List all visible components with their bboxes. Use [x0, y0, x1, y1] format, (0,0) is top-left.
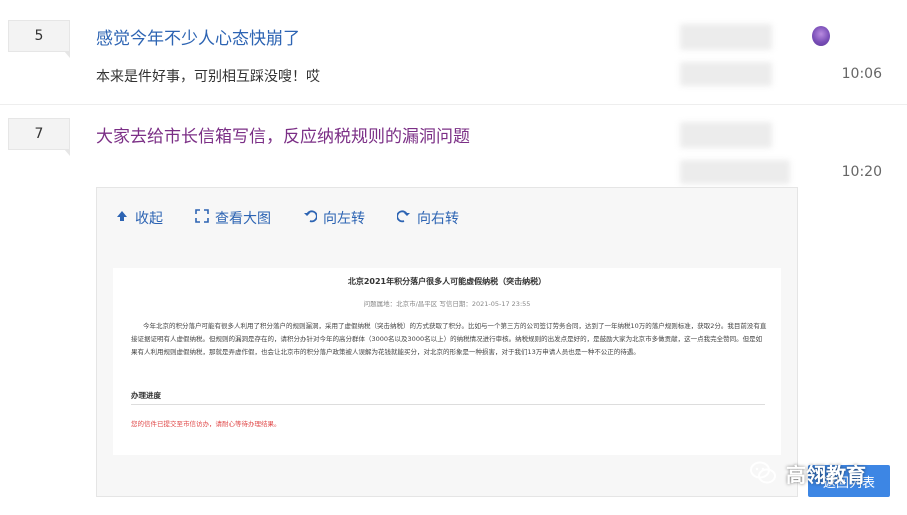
view-large-button[interactable]: 查看大图 — [195, 208, 271, 228]
wechat-icon — [750, 461, 776, 484]
reply-count-badge: 5 — [8, 20, 70, 58]
rotate-right-icon — [396, 209, 411, 227]
letter-body: 今年北京的积分落户可能有很多人利用了积分落户的规则漏洞，采用了虚假纳税（突击纳税… — [131, 322, 767, 356]
post-time: 10:06 — [841, 66, 882, 82]
rotate-left-button[interactable]: 向左转 — [303, 208, 365, 228]
image-viewer: 收起 查看大图 向左转 向右转 北京2021年积分落户很多人可能虚假纳税（突击纳… — [96, 187, 798, 497]
blurred-last-reply — [680, 160, 790, 184]
blurred-author — [680, 24, 772, 50]
rotate-left-label: 向左转 — [323, 211, 365, 227]
reply-count-badge: 7 — [8, 118, 70, 156]
status-note: 您的信件已提交至市信访办，请耐心等待办理结果。 — [131, 420, 281, 428]
collapse-button[interactable]: 收起 — [115, 208, 163, 228]
view-large-label: 查看大图 — [215, 211, 271, 227]
rotate-left-icon — [303, 209, 318, 227]
blurred-author — [680, 122, 772, 148]
expand-icon — [195, 209, 209, 227]
divider — [131, 404, 765, 405]
avatar[interactable] — [812, 26, 830, 46]
collapse-icon — [115, 209, 129, 227]
post-snippet: 本来是件好事，可别相互踩没嗖！哎 — [96, 69, 320, 85]
blurred-last-reply — [680, 62, 772, 86]
watermark: 高翎教育 — [748, 458, 866, 488]
watermark-text: 高翎教育 — [786, 462, 866, 487]
letter-screenshot: 北京2021年积分落户很多人可能虚假纳税（突击纳税） 问题属地：北京市/昌平区 … — [113, 268, 781, 455]
post-time: 10:20 — [841, 164, 882, 180]
divider — [0, 104, 907, 105]
letter-meta: 问题属地：北京市/昌平区 写信日期：2021-05-17 23:55 — [363, 300, 531, 308]
post-title-link[interactable]: 感觉今年不少人心态快崩了 — [96, 24, 300, 49]
rotate-right-button[interactable]: 向右转 — [396, 208, 459, 228]
collapse-label: 收起 — [135, 211, 163, 227]
post-title-link[interactable]: 大家去给市长信箱写信，反应纳税规则的漏洞问题 — [96, 122, 470, 147]
progress-heading: 办理进度 — [131, 391, 161, 400]
rotate-right-label: 向右转 — [417, 211, 459, 227]
letter-title: 北京2021年积分落户很多人可能虚假纳税（突击纳税） — [347, 277, 547, 286]
viewer-toolbar: 收起 查看大图 向左转 向右转 — [115, 208, 459, 228]
